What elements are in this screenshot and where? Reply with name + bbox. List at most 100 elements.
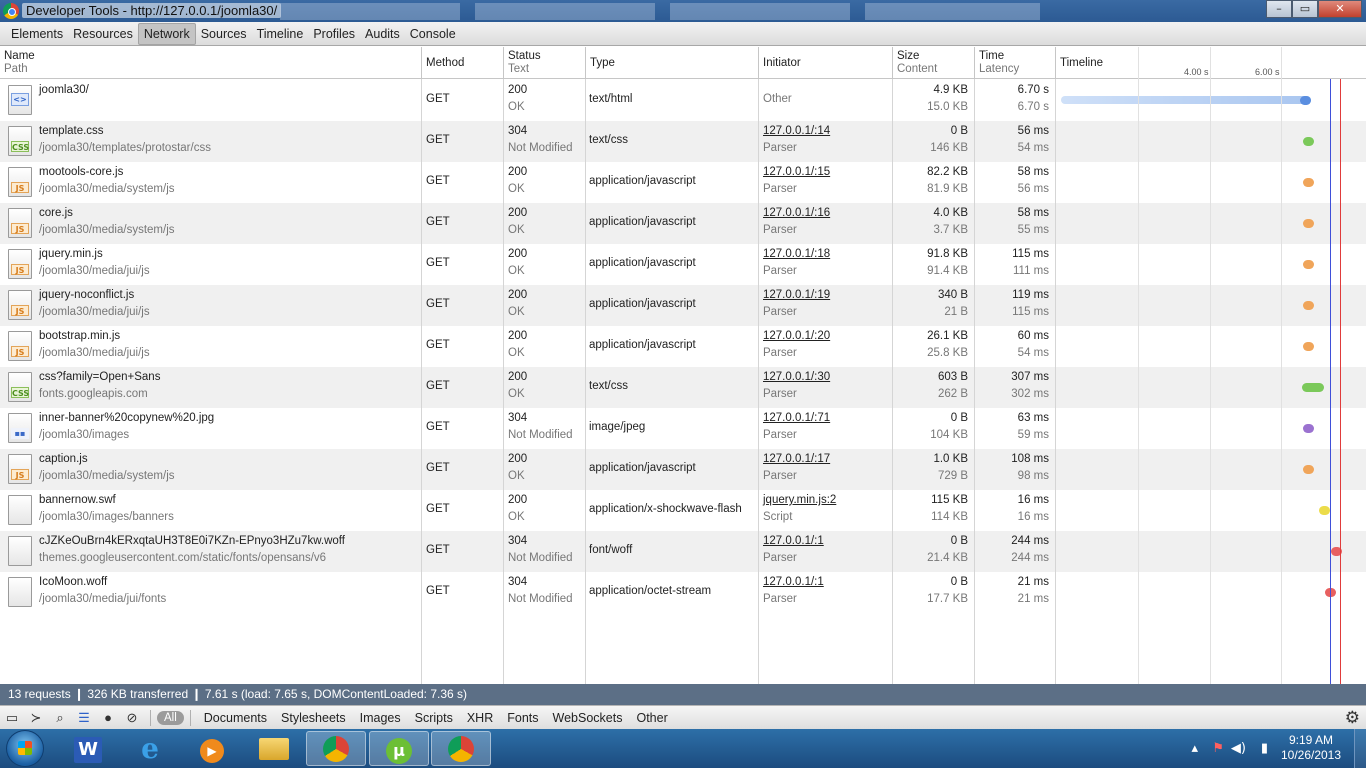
console-drawer-icon[interactable]: ≻ xyxy=(24,706,48,730)
initiator-link[interactable]: 127.0.0.1/:71 xyxy=(763,412,830,424)
name-cell[interactable]: JS bootstrap.min.js/joomla30/media/jui/js xyxy=(0,326,421,367)
initiator-link[interactable]: 127.0.0.1/:20 xyxy=(763,330,830,342)
column-header-time[interactable]: Time Latency xyxy=(975,47,1056,79)
filter-all[interactable]: All xyxy=(157,710,184,725)
column-status-label: Status xyxy=(508,50,541,62)
volume-icon[interactable]: ◀) xyxy=(1231,741,1246,756)
column-header-status[interactable]: Status Text xyxy=(504,47,586,79)
initiator-link[interactable]: 127.0.0.1/:18 xyxy=(763,248,830,260)
column-header-size[interactable]: Size Content xyxy=(893,47,975,79)
table-row[interactable]: JS core.js/joomla30/media/system/js GET 200… xyxy=(0,203,1366,244)
settings-gear-icon[interactable]: ⚙ xyxy=(1345,708,1360,728)
close-button[interactable]: ✕ xyxy=(1318,0,1362,18)
tab-elements[interactable]: Elements xyxy=(6,24,68,44)
initiator-link[interactable]: 127.0.0.1/:16 xyxy=(763,207,830,219)
table-row[interactable]: JS bootstrap.min.js/joomla30/media/jui/js… xyxy=(0,326,1366,367)
tab-resources[interactable]: Resources xyxy=(68,24,138,44)
maximize-button[interactable]: ▭ xyxy=(1292,0,1318,18)
taskbar-internet-explorer[interactable]: e xyxy=(120,731,180,766)
name-cell[interactable]: ▪▪ inner-banner%20copynew%20.jpg/joomla30… xyxy=(0,408,421,449)
table-row[interactable]: IcoMoon.woff/joomla30/media/jui/fonts GET… xyxy=(0,572,1366,613)
initiator-link[interactable]: 127.0.0.1/:19 xyxy=(763,289,830,301)
name-cell[interactable]: cJZKeOuBrn4kERxqtaUH3T8E0i7KZn-EPnyo3HZu… xyxy=(0,531,421,572)
network-icon[interactable]: ▮ xyxy=(1261,741,1268,756)
initiator-link[interactable]: 127.0.0.1/:1 xyxy=(763,535,824,547)
table-row[interactable]: JS jquery.min.js/joomla30/media/jui/js GET… xyxy=(0,244,1366,285)
initiator-link[interactable]: jquery.min.js:2 xyxy=(763,494,836,506)
table-row[interactable]: JS mootools-core.js/joomla30/media/system… xyxy=(0,162,1366,203)
dock-icon[interactable]: ▭ xyxy=(0,706,24,730)
initiator-link[interactable]: 127.0.0.1/:1 xyxy=(763,576,824,588)
tab-network[interactable]: Network xyxy=(137,22,196,45)
timeline-marker xyxy=(1303,260,1314,269)
filter-documents[interactable]: Documents xyxy=(197,711,274,725)
taskbar-chrome[interactable] xyxy=(306,731,366,766)
tab-timeline[interactable]: Timeline xyxy=(252,24,309,44)
name-cell[interactable]: JS jquery-noconflict.js/joomla30/media/ju… xyxy=(0,285,421,326)
tab-audits[interactable]: Audits xyxy=(360,24,405,44)
column-divider xyxy=(974,79,975,684)
taskbar-utorrent[interactable]: µ xyxy=(369,731,429,766)
transfer-size: 4.0 KB xyxy=(933,207,968,219)
column-header-method[interactable]: Method xyxy=(422,47,504,79)
taskbar-media-player[interactable]: ▶ xyxy=(182,731,242,766)
initiator-link[interactable]: 127.0.0.1/:14 xyxy=(763,125,830,137)
tab-console[interactable]: Console xyxy=(405,24,461,44)
column-header-type[interactable]: Type xyxy=(586,47,759,79)
system-clock[interactable]: 9:19 AM 10/26/2013 xyxy=(1276,733,1346,763)
column-header-name[interactable]: Name Path xyxy=(0,47,422,79)
name-cell[interactable]: bannernow.swf/joomla30/images/banners xyxy=(0,490,421,531)
filter-xhr[interactable]: XHR xyxy=(460,711,500,725)
name-cell[interactable]: JS caption.js/joomla30/media/system/js xyxy=(0,449,421,490)
initiator-link[interactable]: 127.0.0.1/:30 xyxy=(763,371,830,383)
initiator-cell: 127.0.0.1/:14 Parser xyxy=(763,121,891,162)
time-cell: 58 ms 56 ms xyxy=(975,162,1055,203)
record-icon[interactable]: ● xyxy=(96,706,120,730)
large-rows-icon[interactable]: ☰ xyxy=(72,706,96,730)
table-row[interactable]: CSS css?family=Open+Sans fonts.googleapis.… xyxy=(0,367,1366,408)
table-row[interactable]: cJZKeOuBrn4kERxqtaUH3T8E0i7KZn-EPnyo3HZu… xyxy=(0,531,1366,572)
show-desktop-button[interactable] xyxy=(1354,729,1366,768)
status-text: OK xyxy=(508,347,525,359)
column-header-initiator[interactable]: Initiator xyxy=(759,47,893,79)
column-header-timeline[interactable]: Timeline xyxy=(1056,47,1366,79)
tab-sources[interactable]: Sources xyxy=(196,24,252,44)
name-cell[interactable]: IcoMoon.woff/joomla30/media/jui/fonts xyxy=(0,572,421,613)
column-divider xyxy=(758,79,759,684)
name-cell[interactable]: JS jquery.min.js/joomla30/media/jui/js xyxy=(0,244,421,285)
filter-scripts[interactable]: Scripts xyxy=(408,711,460,725)
filter-fonts[interactable]: Fonts xyxy=(500,711,545,725)
initiator-link[interactable]: 127.0.0.1/:17 xyxy=(763,453,830,465)
name-cell[interactable]: CSS template.css/joomla30/templates/proto… xyxy=(0,121,421,162)
start-button[interactable] xyxy=(6,730,44,767)
column-text-label: Text xyxy=(508,63,530,75)
taskbar-word[interactable]: W xyxy=(58,731,118,766)
table-row[interactable]: bannernow.swf/joomla30/images/banners GET… xyxy=(0,490,1366,531)
table-row[interactable]: <> joomla30/GET 200 OK text/html Other 4.9 KB 1… xyxy=(0,80,1366,121)
name-cell[interactable]: CSS css?family=Open+Sans fonts.googleapis.… xyxy=(0,367,421,408)
initiator-link[interactable]: 127.0.0.1/:15 xyxy=(763,166,830,178)
filter-images[interactable]: Images xyxy=(353,711,408,725)
column-latency-label: Latency xyxy=(979,63,1020,75)
clear-icon[interactable]: ⊘ xyxy=(120,706,144,730)
load-event-marker xyxy=(1340,79,1341,684)
filter-websockets[interactable]: WebSockets xyxy=(546,711,630,725)
chrome-icon xyxy=(3,3,19,19)
name-cell[interactable]: <> joomla30/ xyxy=(0,80,421,121)
table-row[interactable]: JS caption.js/joomla30/media/system/js GET… xyxy=(0,449,1366,490)
action-center-icon[interactable]: ⚑ xyxy=(1212,741,1224,756)
filter-stylesheets[interactable]: Stylesheets xyxy=(274,711,353,725)
taskbar-explorer[interactable] xyxy=(244,731,304,766)
search-icon[interactable]: ⌕ xyxy=(48,706,72,730)
table-row[interactable]: ▪▪ inner-banner%20copynew%20.jpg/joomla30… xyxy=(0,408,1366,449)
tab-profiles[interactable]: Profiles xyxy=(308,24,360,44)
name-cell[interactable]: JS core.js/joomla30/media/system/js xyxy=(0,203,421,244)
taskbar-chrome-devtools[interactable] xyxy=(431,731,491,766)
show-hidden-icons-icon[interactable]: ▴ xyxy=(1191,741,1198,756)
content-size: 146 KB xyxy=(930,142,968,154)
name-cell[interactable]: JS mootools-core.js/joomla30/media/system… xyxy=(0,162,421,203)
filter-other[interactable]: Other xyxy=(629,711,674,725)
table-row[interactable]: CSS template.css/joomla30/templates/proto… xyxy=(0,121,1366,162)
minimize-button[interactable]: – xyxy=(1266,0,1292,18)
table-row[interactable]: JS jquery-noconflict.js/joomla30/media/ju… xyxy=(0,285,1366,326)
